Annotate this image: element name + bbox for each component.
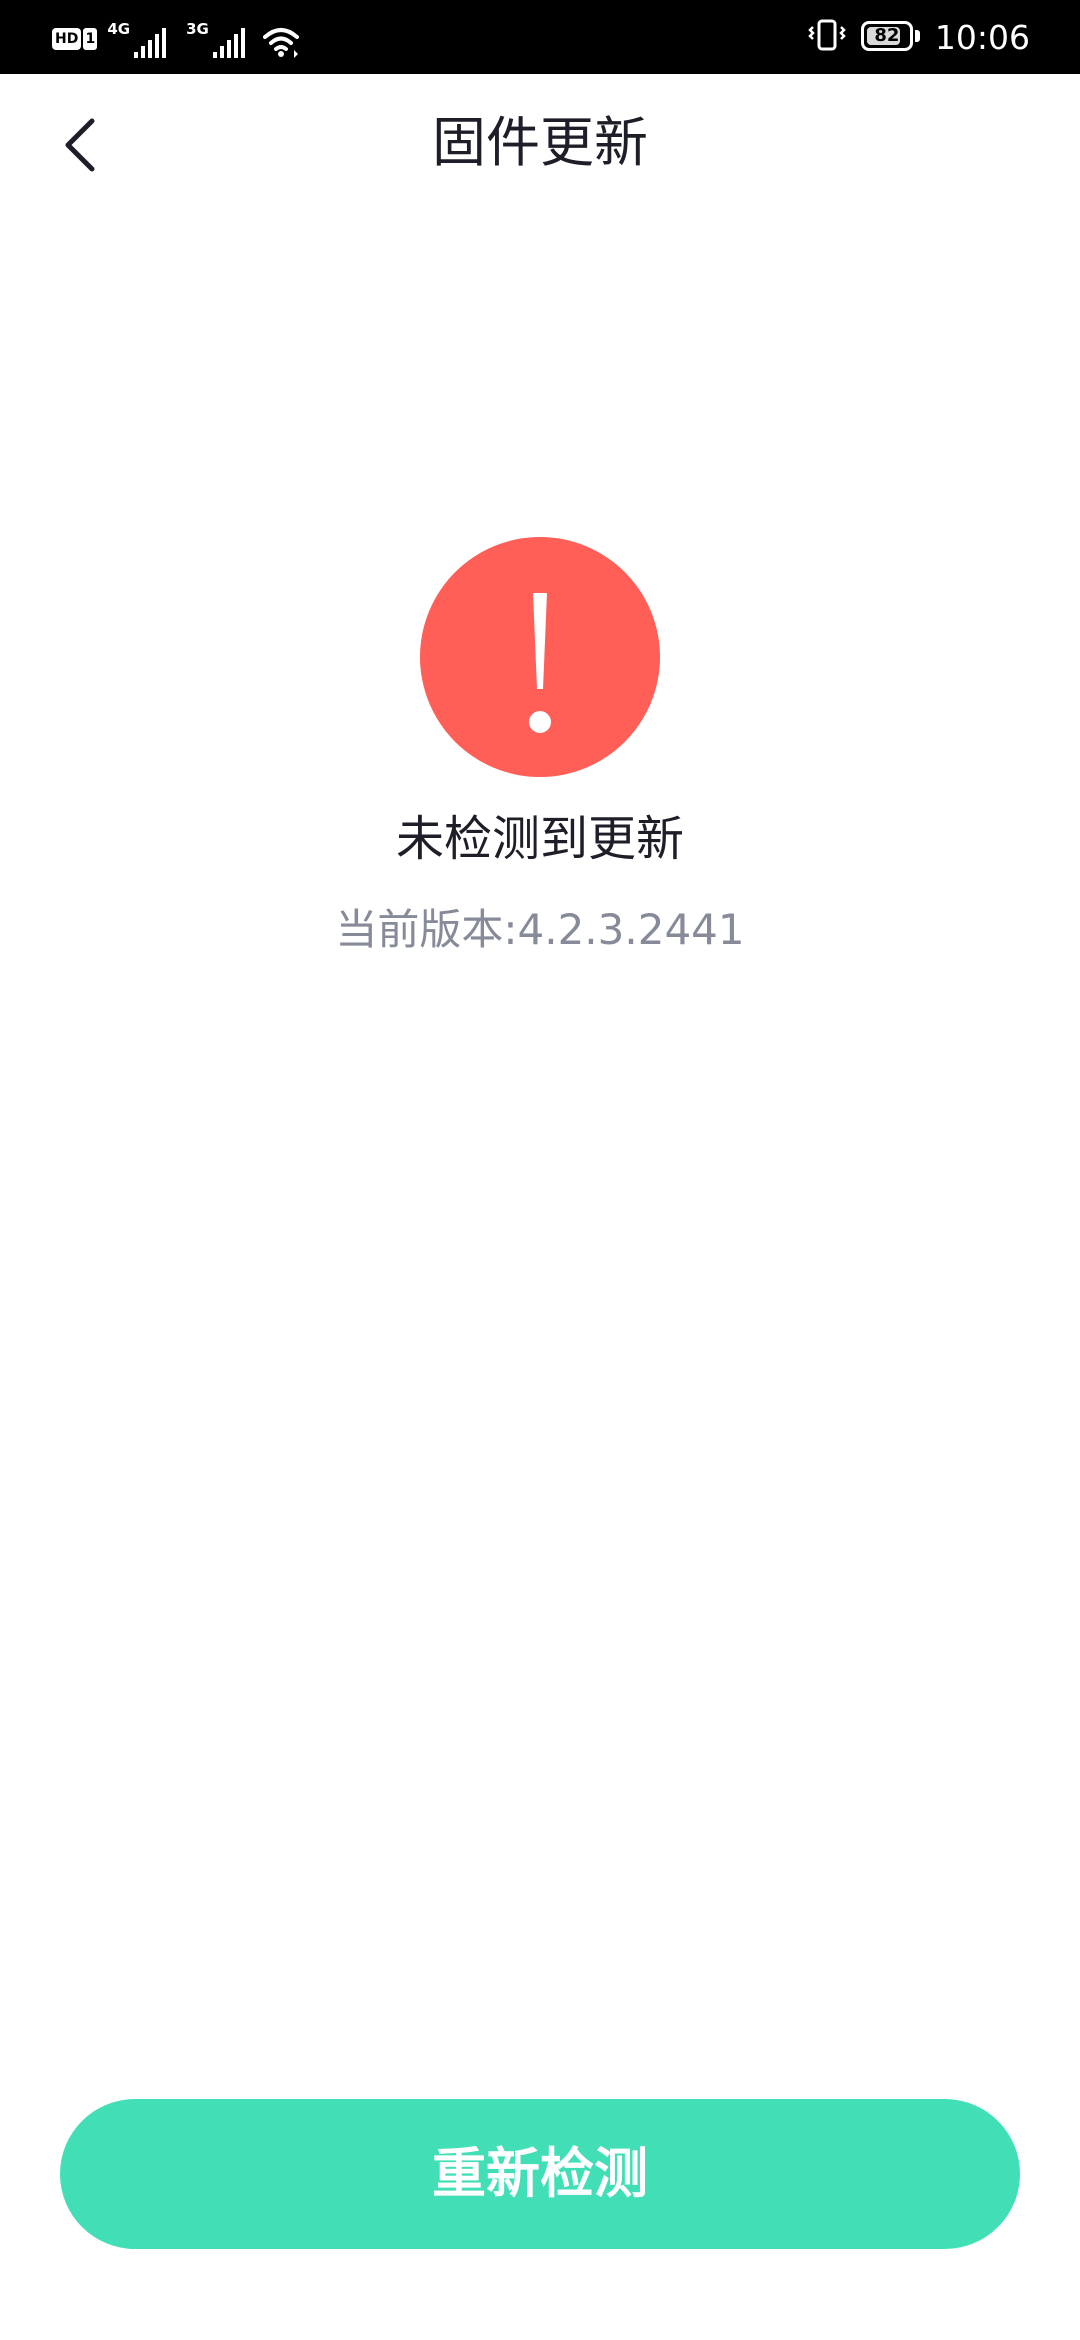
exclamation-circle-icon [420, 537, 660, 777]
wifi-icon [262, 26, 303, 58]
nav-bar: 固件更新 [0, 74, 1080, 214]
hd-label: HD [52, 28, 82, 50]
current-version-text: 当前版本:4.2.3.2441 [335, 905, 745, 954]
network-type-2: 3G [186, 20, 209, 38]
signal-icon [212, 28, 247, 58]
signal-icon [134, 28, 168, 58]
status-bar-right: 82 10:06 [807, 14, 1030, 60]
hd-badge: HD 1 [52, 26, 98, 52]
clock-time: 10:06 [934, 17, 1030, 57]
vibrate-icon [807, 18, 847, 56]
battery-icon: 82 [860, 21, 921, 53]
status-bar: HD 1 4G 3G 82 10:06 [0, 0, 1080, 74]
page-title: 固件更新 [432, 111, 648, 174]
battery-level: 82 [874, 25, 900, 46]
sim-slot-label: 1 [83, 28, 98, 50]
network-type-1: 4G [107, 20, 131, 38]
status-bar-left: HD 1 4G 3G [52, 18, 303, 58]
status-title: 未检测到更新 [395, 811, 684, 867]
recheck-button[interactable]: 重新检测 [60, 2099, 1020, 2249]
